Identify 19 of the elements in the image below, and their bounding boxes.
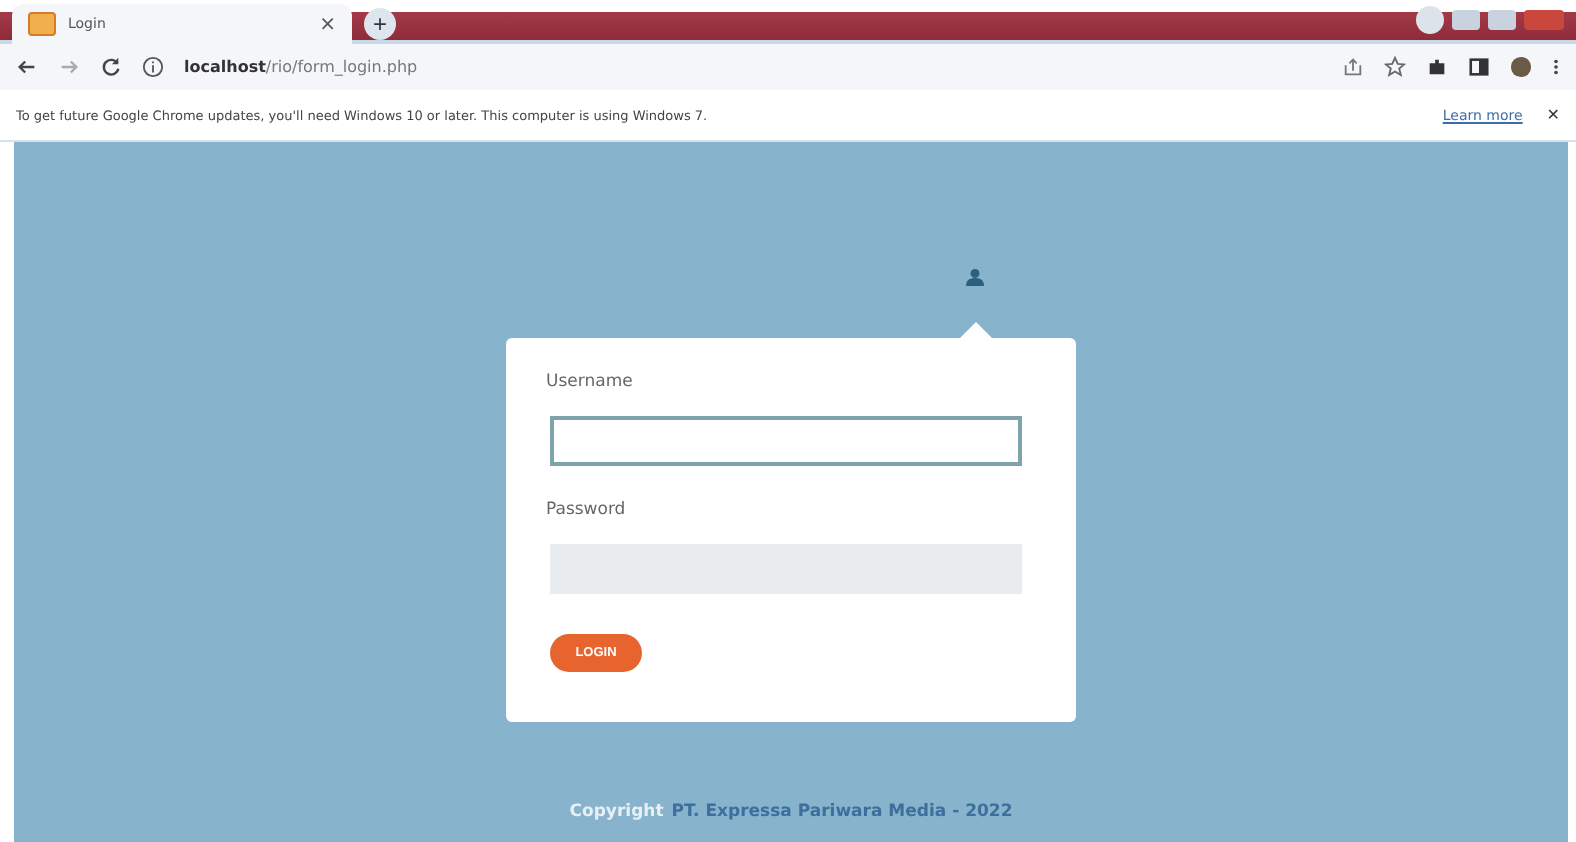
field-label: Password [546, 500, 628, 520]
new-tab-button[interactable]: + [364, 8, 396, 40]
company-name: PT. Expressa Pariwara Media - 2022 [671, 802, 1013, 822]
menu-icon[interactable] [1552, 56, 1560, 78]
page-favicon-icon [28, 12, 56, 36]
star-icon[interactable] [1384, 56, 1406, 78]
info-icon[interactable] [142, 56, 164, 78]
reload-icon[interactable] [100, 56, 122, 78]
input-field[interactable] [550, 416, 1022, 466]
field-label: Username [546, 372, 635, 392]
share-icon[interactable] [1342, 56, 1364, 78]
back-icon[interactable] [16, 56, 38, 78]
avatar-icon[interactable] [1510, 56, 1532, 78]
close-infobar-button[interactable]: ✕ [1546, 106, 1560, 124]
tab-close-button[interactable]: × [319, 13, 336, 35]
side-panel-icon[interactable] [1468, 56, 1490, 78]
tab-search-icon[interactable] [1416, 6, 1444, 34]
user-icon [965, 268, 983, 286]
copyright-label: Copyright [569, 802, 664, 822]
